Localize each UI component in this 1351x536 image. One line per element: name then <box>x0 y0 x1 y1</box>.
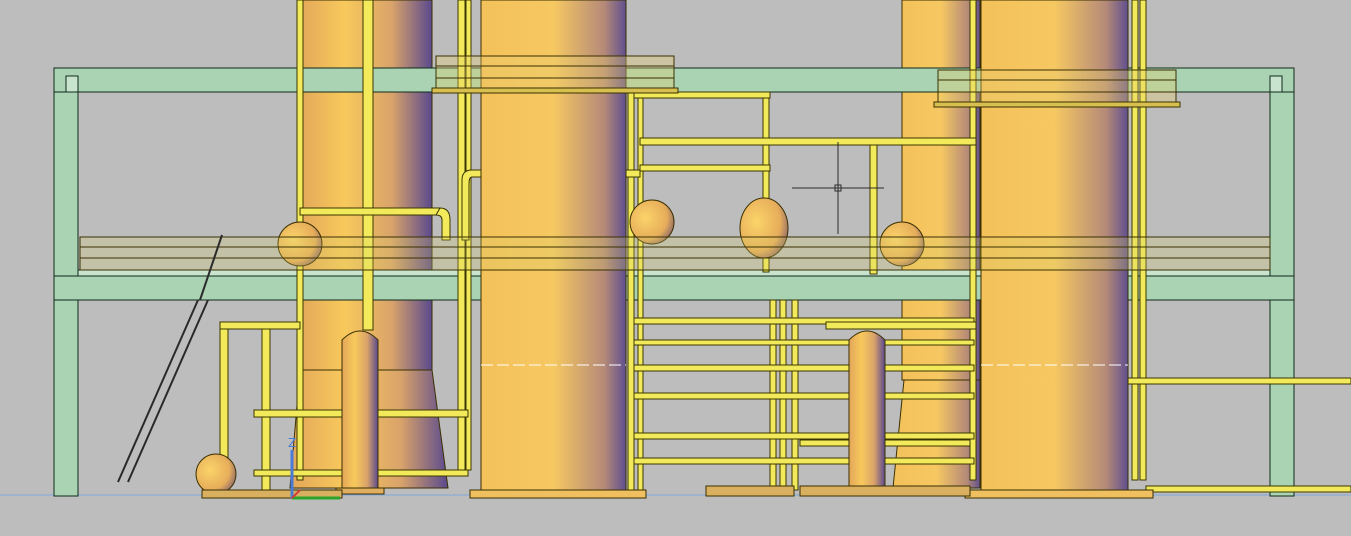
receiver-vessel-right[interactable] <box>842 330 892 495</box>
cad-3d-viewport[interactable]: Z <box>0 0 1351 536</box>
receiver-vessel-left[interactable] <box>335 330 385 495</box>
tower-platform-right[interactable] <box>933 69 1181 108</box>
walkway-railing[interactable] <box>79 236 1271 271</box>
drawing-canvas[interactable]: Z <box>0 0 1351 536</box>
ucs-z-label: Z <box>288 436 296 450</box>
tower-platform-left[interactable] <box>431 55 679 94</box>
